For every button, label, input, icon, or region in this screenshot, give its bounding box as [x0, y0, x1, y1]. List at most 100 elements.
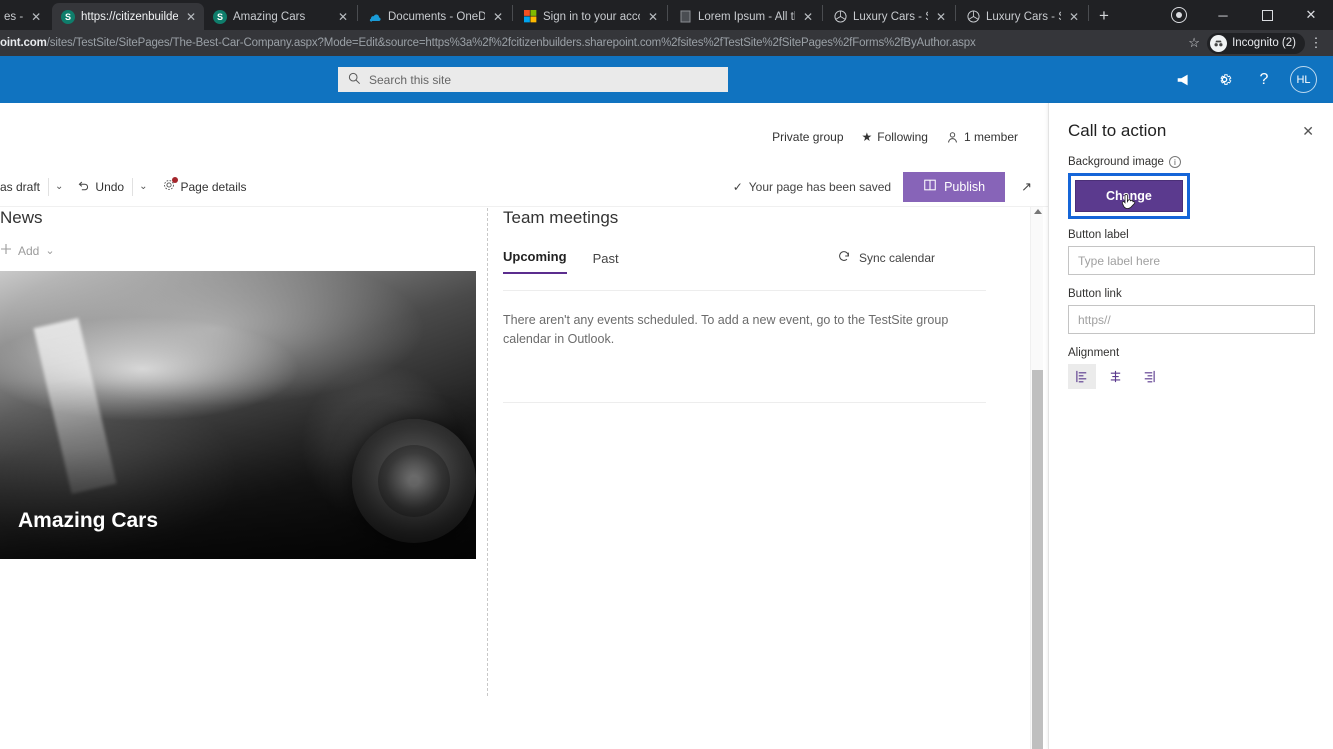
news-webpart: News Add ⌄ Amazing Cars	[0, 208, 476, 559]
members-label: 1 member	[963, 130, 1018, 144]
button-label-placeholder: Type label here	[1078, 253, 1161, 268]
browser-window: es - ✕ S https://citizenbuilders ✕ S Ama…	[0, 0, 1333, 749]
sync-calendar-button[interactable]: Sync calendar	[837, 249, 935, 266]
sharepoint-icon: S	[213, 9, 227, 24]
undo-button[interactable]: Undo	[69, 171, 132, 203]
mouse-cursor-icon	[1121, 193, 1136, 213]
close-button[interactable]: ✕	[1289, 0, 1333, 30]
incognito-avatar-icon	[1210, 34, 1228, 52]
browser-tab[interactable]: S Amazing Cars ✕	[204, 3, 356, 30]
tab-close-icon[interactable]: ✕	[184, 11, 198, 23]
omnibar-actions: ☆ Incognito (2) ⋮	[1181, 32, 1333, 54]
tab-close-icon[interactable]: ✕	[29, 11, 43, 23]
plus-icon	[0, 243, 12, 258]
mercedes-icon	[833, 10, 847, 24]
browser-tab[interactable]: Lorem Ipsum - All the ✕	[669, 3, 821, 30]
minimize-button[interactable]: ─	[1201, 0, 1245, 30]
refresh-icon	[837, 249, 851, 266]
button-label-input[interactable]: Type label here	[1068, 246, 1315, 275]
document-icon	[678, 10, 692, 24]
button-link-placeholder: https//	[1078, 312, 1111, 327]
microsoft-icon	[523, 10, 537, 24]
tab-divider	[955, 4, 956, 21]
events-tabs: Upcoming Past Sync calendar	[503, 249, 1003, 274]
tab-divider	[822, 4, 823, 21]
publish-label: Publish	[944, 179, 986, 194]
tab-title: Documents - OneDriv	[388, 10, 485, 23]
publish-icon	[923, 178, 937, 195]
align-left-icon[interactable]	[1068, 364, 1096, 389]
tab-close-icon[interactable]: ✕	[801, 11, 815, 23]
close-icon[interactable]: ✕	[1299, 121, 1317, 142]
tab-title: Amazing Cars	[233, 10, 306, 23]
browser-tab[interactable]: Documents - OneDriv ✕	[359, 3, 511, 30]
page-details-button[interactable]: Page details	[154, 171, 255, 203]
button-link-input[interactable]: https//	[1068, 305, 1315, 334]
help-icon[interactable]: ?	[1244, 56, 1284, 103]
url-text[interactable]: oint.com/sites/TestSite/SitePages/The-Be…	[0, 37, 1181, 49]
scrollbar-thumb[interactable]	[1032, 370, 1043, 749]
tab-close-icon[interactable]: ✕	[1067, 11, 1081, 23]
tab-close-icon[interactable]: ✕	[646, 11, 660, 23]
tab-close-icon[interactable]: ✕	[491, 11, 505, 23]
maximize-button[interactable]	[1245, 0, 1289, 30]
megaphone-icon[interactable]	[1164, 56, 1204, 103]
search-icon	[348, 72, 361, 88]
browser-tab[interactable]: Sign in to your accou ✕	[514, 3, 666, 30]
undo-label: Undo	[95, 179, 125, 194]
info-icon[interactable]: i	[1168, 156, 1181, 168]
scroll-up-arrow-icon[interactable]	[1034, 209, 1042, 214]
publish-button[interactable]: Publish	[903, 171, 1006, 202]
tab-upcoming[interactable]: Upcoming	[503, 249, 567, 274]
incognito-label: Incognito (2)	[1232, 37, 1296, 49]
align-center-icon[interactable]	[1101, 364, 1129, 389]
page-scrollbar[interactable]	[1030, 207, 1043, 749]
search-placeholder: Search this site	[369, 72, 452, 87]
new-tab-button[interactable]: +	[1090, 3, 1118, 29]
incognito-profile-button[interactable]: Incognito (2)	[1207, 32, 1305, 54]
property-pane-body: Background image i Change Button label T…	[1049, 142, 1333, 389]
tab-title: Sign in to your accou	[543, 10, 640, 23]
news-add-button[interactable]: Add ⌄	[0, 243, 476, 258]
news-hero-card[interactable]: Amazing Cars	[0, 271, 476, 559]
browser-tab[interactable]: Luxury Cars - Sedans ✕	[957, 3, 1087, 30]
property-pane: Call to action ✕ Background image i Chan…	[1048, 103, 1333, 749]
tab-divider	[667, 4, 668, 21]
browser-tab-active[interactable]: S https://citizenbuilders ✕	[52, 3, 204, 30]
tab-divider	[1088, 4, 1089, 21]
tab-title: https://citizenbuilders	[81, 10, 178, 23]
save-chevron-down-icon[interactable]: ⌄	[49, 181, 69, 192]
browser-tab-strip: es - ✕ S https://citizenbuilders ✕ S Ama…	[0, 0, 1333, 30]
news-title: News	[0, 208, 43, 227]
browser-tab[interactable]: es - ✕	[0, 3, 52, 30]
events-webpart: Team meetings Upcoming Past Sync calenda…	[503, 208, 1003, 403]
save-status-label: Your page has been saved	[748, 179, 892, 194]
bookmark-star-icon[interactable]: ☆	[1181, 35, 1207, 51]
browser-tab[interactable]: Luxury Cars - Sedans ✕	[824, 3, 954, 30]
following-button[interactable]: ★ Following	[862, 130, 928, 144]
members-button[interactable]: 1 member	[946, 130, 1018, 144]
undo-icon	[77, 179, 90, 195]
tab-title: Lorem Ipsum - All the	[698, 10, 795, 23]
tab-past[interactable]: Past	[593, 251, 619, 274]
search-input[interactable]: Search this site	[338, 67, 728, 92]
tab-title: Luxury Cars - Sedans	[986, 10, 1061, 23]
tab-divider	[512, 4, 513, 21]
background-image-label-row: Background image i	[1068, 156, 1314, 168]
mercedes-icon	[966, 10, 980, 24]
tab-title: Luxury Cars - Sedans	[853, 10, 928, 23]
gear-icon	[162, 177, 178, 195]
tab-close-icon[interactable]: ✕	[336, 11, 350, 23]
user-avatar[interactable]: HL	[1290, 66, 1317, 93]
change-button[interactable]: Change	[1075, 180, 1183, 212]
save-as-draft-button[interactable]: as draft	[0, 171, 48, 203]
tab-close-icon[interactable]: ✕	[934, 11, 948, 23]
align-right-icon[interactable]	[1134, 364, 1162, 389]
browser-menu-icon[interactable]: ⋮	[1305, 35, 1327, 51]
page-command-bar: as draft ⌄ Undo ⌄ Page details ✓ Your pa…	[0, 167, 1048, 207]
undo-chevron-down-icon[interactable]: ⌄	[133, 181, 153, 192]
following-label: Following	[877, 130, 928, 144]
profile-circle-icon[interactable]	[1157, 0, 1201, 30]
gear-icon[interactable]	[1204, 56, 1244, 103]
expand-icon[interactable]: ↗	[1017, 179, 1036, 195]
